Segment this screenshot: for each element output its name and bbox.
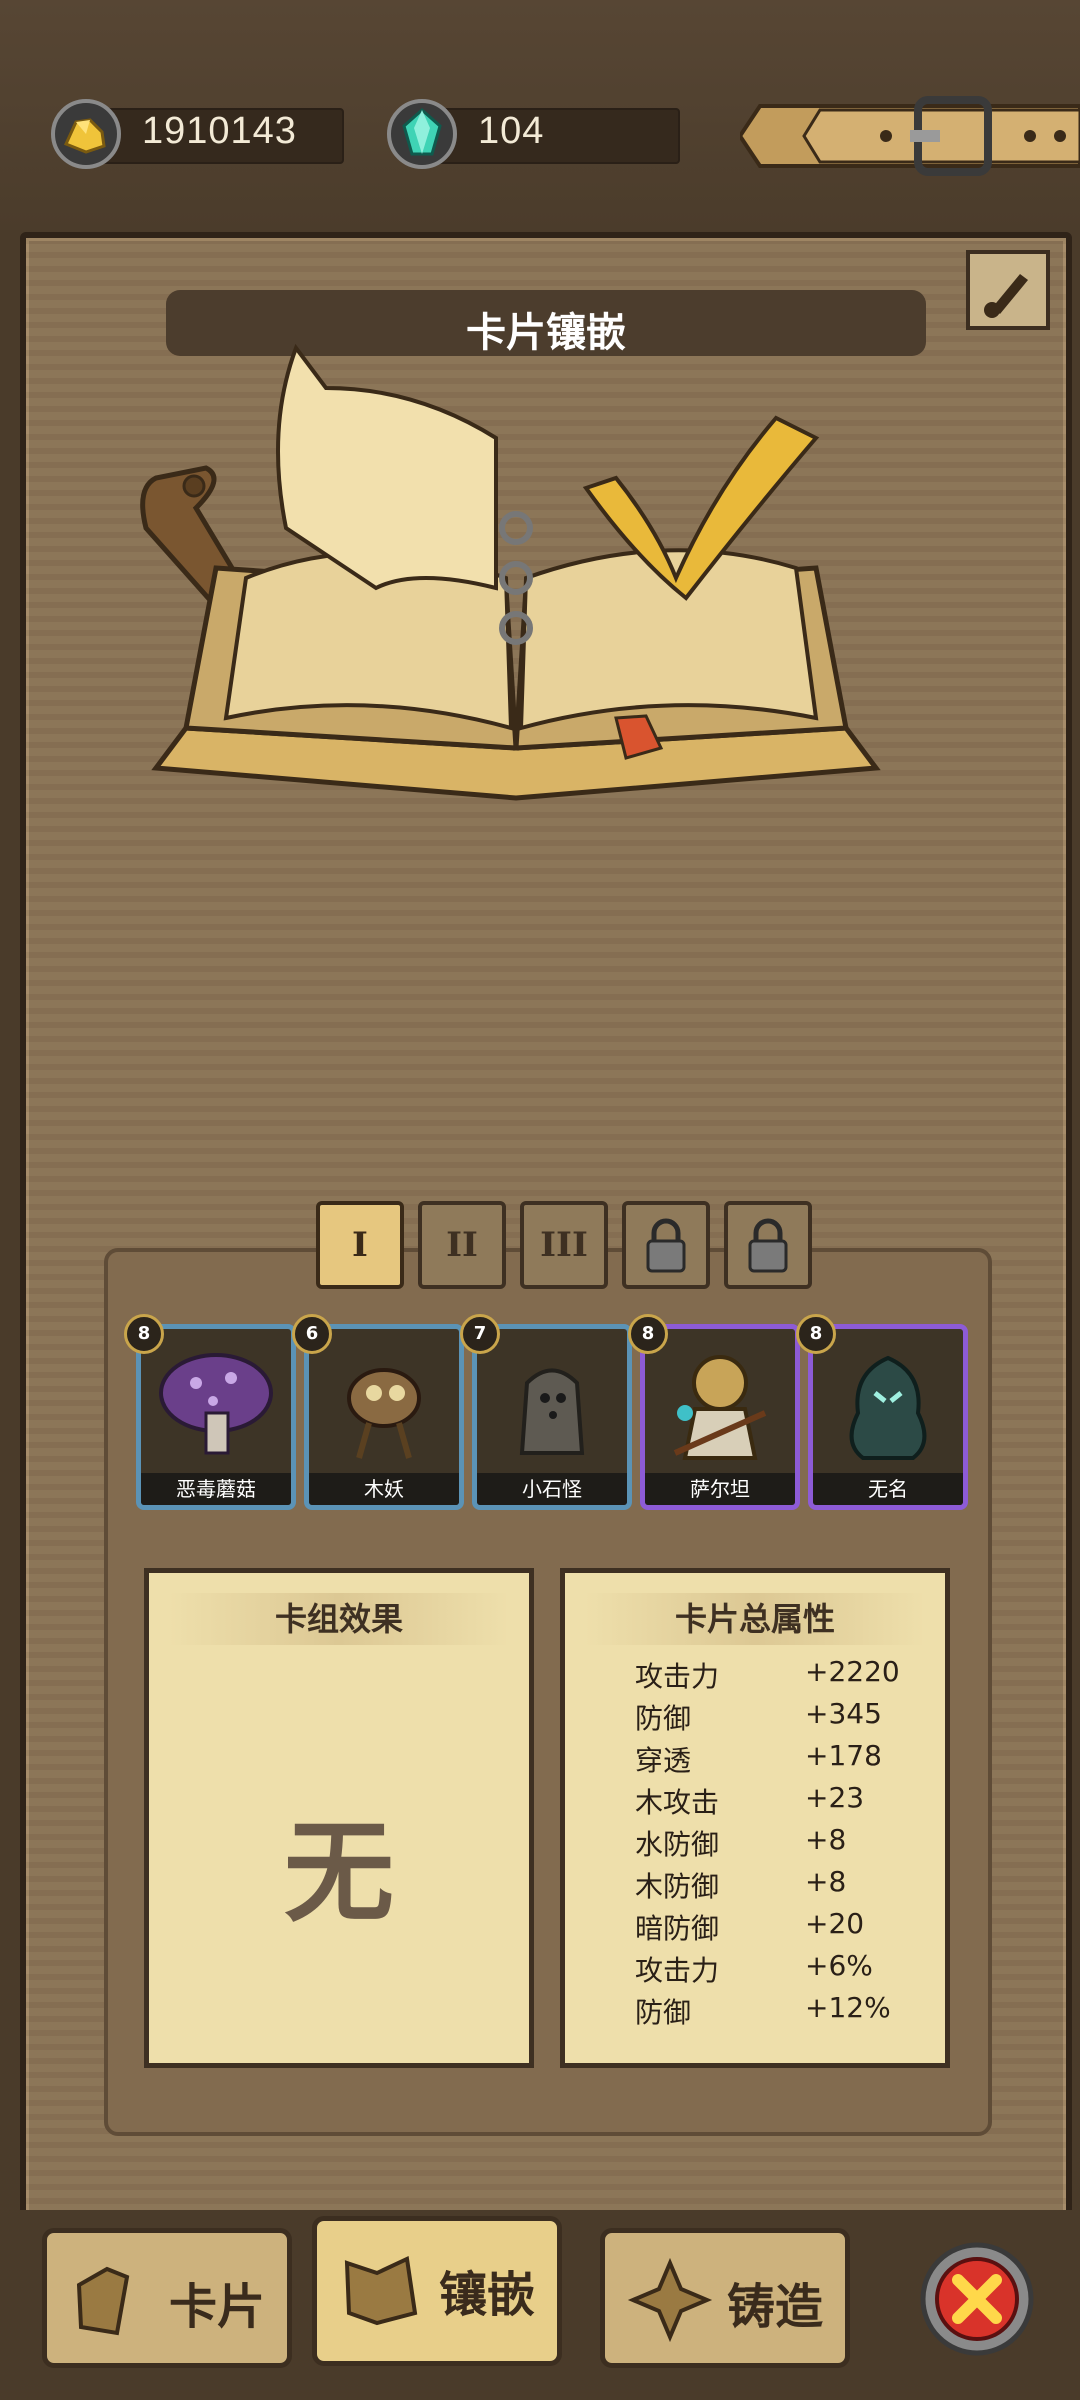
nav-inlay-label: 镶嵌 (438, 2267, 535, 2323)
gold-nugget-icon (51, 99, 121, 169)
tab-deck-1[interactable]: I (316, 1201, 404, 1289)
stat-row: 攻击力 +2220 (635, 1655, 900, 1695)
stat-value: +20 (805, 1907, 865, 1940)
card-name: 无名 (813, 1473, 963, 1505)
stat-label: 防御 (635, 1996, 692, 2029)
card-slot-2[interactable]: 木妖 (304, 1324, 464, 1510)
tab-deck-3[interactable]: III (520, 1201, 608, 1289)
card-level-badge: 6 (292, 1314, 332, 1354)
stat-value: +178 (805, 1739, 882, 1772)
stat-label: 攻击力 (635, 1954, 720, 1987)
deck-tabs: I II III (296, 1193, 856, 1293)
deck-effect-panel: 卡组效果 无 (144, 1568, 534, 2068)
tab-deck-2[interactable]: II (418, 1201, 506, 1289)
card-slot-4[interactable]: 萨尔坦 (640, 1324, 800, 1510)
card-level-badge: 8 (124, 1314, 164, 1354)
card-name: 恶毒蘑菇 (141, 1473, 291, 1505)
card-slot-5[interactable]: 无名 (808, 1324, 968, 1510)
poison-mushroom-art (159, 1353, 273, 1455)
stat-value: +8 (805, 1823, 847, 1856)
bottom-nav: 卡片 镶嵌 铸造 (0, 2210, 1080, 2400)
lock-icon (646, 1218, 686, 1273)
stat-value: +6% (805, 1949, 873, 1982)
card-level-badge: 8 (796, 1314, 836, 1354)
tab-deck-5-locked[interactable] (724, 1201, 812, 1289)
stat-row: 木攻击 +23 (635, 1781, 864, 1821)
stat-label: 暗防御 (635, 1912, 720, 1945)
belt-strap-decoration (740, 96, 1080, 176)
nav-cards-button[interactable]: 卡片 (42, 2228, 292, 2368)
stat-row: 攻击力 +6% (635, 1949, 873, 1989)
stat-row: 暗防御 +20 (635, 1907, 864, 1947)
stat-label: 木防御 (635, 1870, 720, 1903)
nav-inlay-button[interactable]: 镶嵌 (312, 2216, 562, 2366)
card-inlay-panel: 卡片镶嵌 I II III 恶毒蘑菇 8 木妖 6 小石怪 7 萨尔坦 8 无名… (20, 232, 1072, 2244)
gem-value: 104 (478, 110, 545, 152)
inlay-book-icon (344, 2256, 418, 2326)
card-stats-header: 卡片总属性 (585, 1593, 925, 1645)
nameless-art (849, 1355, 927, 1460)
stat-label: 防御 (635, 1702, 692, 1735)
card-stats-panel: 卡片总属性 攻击力 +2220 防御 +345 穿透 +178 木攻击 +23 水防御 +… (560, 1568, 950, 2068)
stone-golem-art (519, 1368, 585, 1455)
stat-value: +2220 (805, 1655, 900, 1688)
stat-row: 防御 +12% (635, 1991, 891, 2031)
card-name: 木妖 (309, 1473, 459, 1505)
edit-button[interactable] (966, 250, 1050, 330)
brush-icon (984, 274, 1028, 318)
stat-row: 水防御 +8 (635, 1823, 846, 1863)
stat-label: 穿透 (635, 1744, 692, 1777)
card-name: 萨尔坦 (645, 1473, 795, 1505)
lock-icon (748, 1218, 788, 1273)
tab-deck-4-locked[interactable] (622, 1201, 710, 1289)
stat-value: +23 (805, 1781, 865, 1814)
stat-value: +12% (805, 1991, 891, 2024)
stat-label: 木攻击 (635, 1786, 720, 1819)
deck-effect-value: 无 (284, 1809, 394, 1937)
stat-label: 水防御 (635, 1828, 720, 1861)
stat-row: 木防御 +8 (635, 1865, 846, 1905)
top-bar: 1910143 104 (0, 0, 1080, 230)
card-name: 小石怪 (477, 1473, 627, 1505)
card-level-badge: 7 (460, 1314, 500, 1354)
nav-forge-button[interactable]: 铸造 (600, 2228, 850, 2368)
stat-value: +345 (805, 1697, 882, 1730)
gold-value: 1910143 (142, 110, 297, 152)
deck-effect-header: 卡组效果 (169, 1593, 509, 1645)
close-button[interactable] (918, 2240, 1036, 2358)
sultan-art (673, 1355, 767, 1460)
forge-icon (627, 2257, 713, 2343)
nav-forge-label: 铸造 (726, 2279, 823, 2335)
stat-label: 攻击力 (635, 1660, 720, 1693)
stat-value: +8 (805, 1865, 847, 1898)
nav-cards-label: 卡片 (168, 2279, 265, 2335)
card-slot-1[interactable]: 恶毒蘑菇 (136, 1324, 296, 1510)
cards-icon (76, 2266, 130, 2336)
card-book-illustration (140, 343, 881, 801)
gem-bar (426, 108, 680, 164)
stat-row: 穿透 +178 (635, 1739, 882, 1779)
card-level-badge: 8 (628, 1314, 668, 1354)
gem-icon (387, 99, 457, 169)
card-slot-3[interactable]: 小石怪 (472, 1324, 632, 1510)
wood-demon-art (347, 1368, 421, 1459)
stat-row: 防御 +345 (635, 1697, 882, 1737)
